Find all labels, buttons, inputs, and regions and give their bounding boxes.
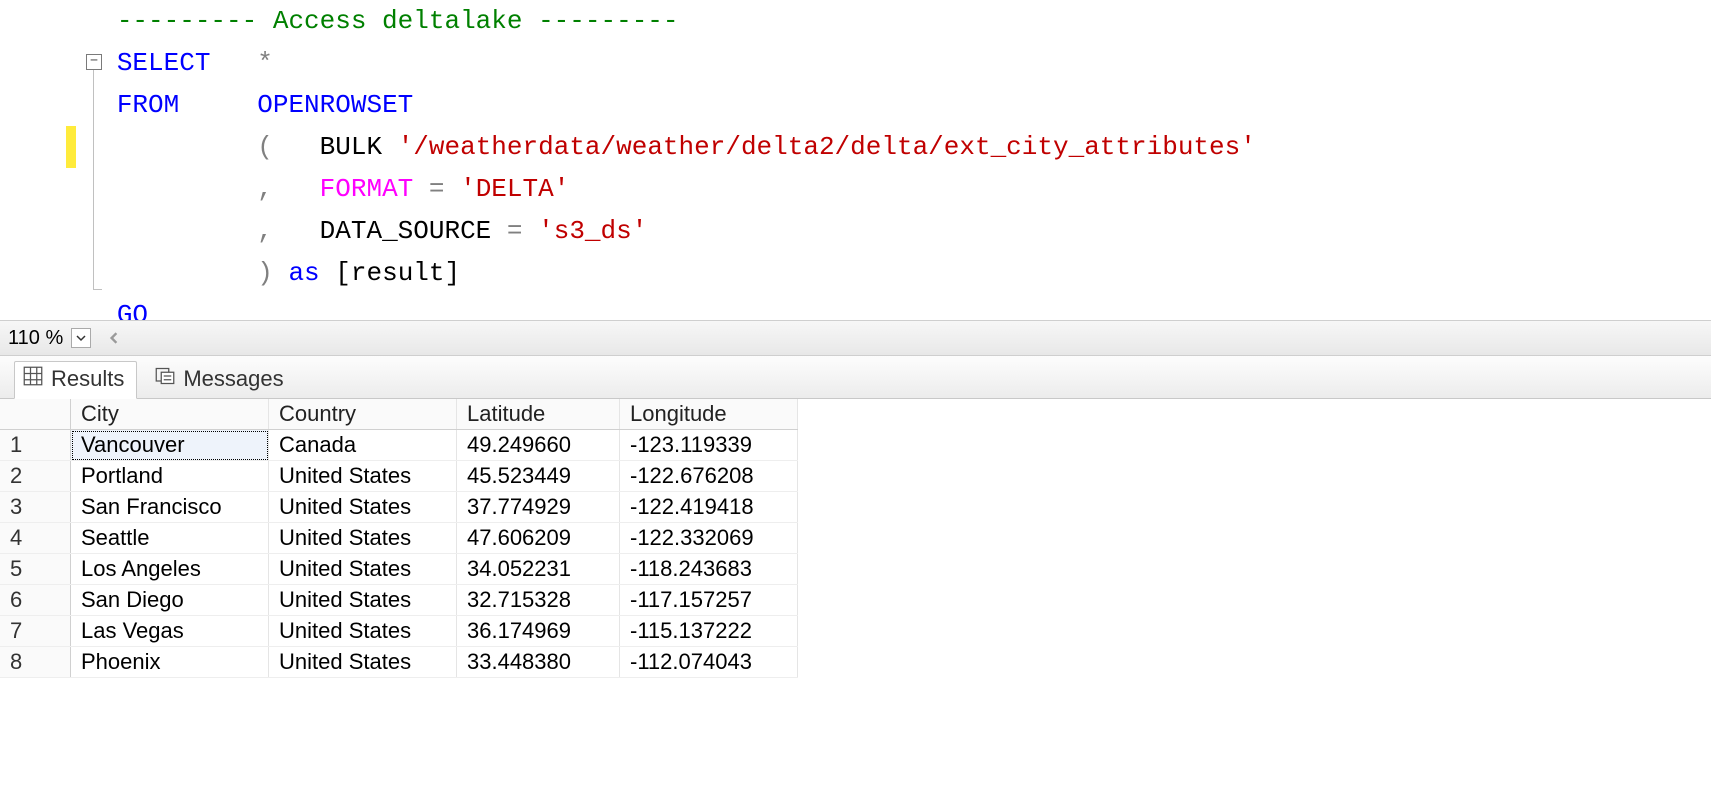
cell-lat[interactable]: 45.523449 xyxy=(457,461,620,492)
cell-lat[interactable]: 34.052231 xyxy=(457,554,620,585)
row-number[interactable]: 2 xyxy=(0,461,71,492)
cell-city[interactable]: Seattle xyxy=(71,523,269,554)
tab-results-label: Results xyxy=(51,366,124,392)
str-ds: 's3_ds' xyxy=(538,216,647,246)
row-number[interactable]: 1 xyxy=(0,430,71,461)
cell-lat[interactable]: 49.249660 xyxy=(457,430,620,461)
cell-country[interactable]: United States xyxy=(269,461,457,492)
cell-country[interactable]: United States xyxy=(269,585,457,616)
cell-city[interactable]: Los Angeles xyxy=(71,554,269,585)
cell-lat[interactable]: 33.448380 xyxy=(457,647,620,678)
zoom-dropdown[interactable]: 110 % xyxy=(8,327,91,350)
fold-guideline xyxy=(93,70,94,290)
table-row[interactable]: 6 San Diego United States 32.715328 -117… xyxy=(0,585,798,616)
cell-city[interactable]: Las Vegas xyxy=(71,616,269,647)
cell-lat[interactable]: 32.715328 xyxy=(457,585,620,616)
eq1: = xyxy=(413,174,460,204)
scroll-left-button[interactable] xyxy=(105,328,123,348)
comma1: , xyxy=(257,174,273,204)
row-number[interactable]: 6 xyxy=(0,585,71,616)
row-number[interactable]: 5 xyxy=(0,554,71,585)
row-number[interactable]: 8 xyxy=(0,647,71,678)
cell-country[interactable]: United States xyxy=(269,647,457,678)
tab-messages-label: Messages xyxy=(183,366,283,392)
cell-lon[interactable]: -117.157257 xyxy=(620,585,798,616)
alias: [result] xyxy=(335,258,460,288)
cell-lat[interactable]: 47.606209 xyxy=(457,523,620,554)
paren-open: ( xyxy=(257,132,273,162)
cell-city[interactable]: San Francisco xyxy=(71,492,269,523)
header-latitude[interactable]: Latitude xyxy=(457,399,620,430)
cell-city[interactable]: Vancouver xyxy=(71,430,269,461)
sql-code[interactable]: --------- Access deltalake --------- SEL… xyxy=(0,0,1711,320)
grid-icon xyxy=(23,366,43,392)
results-tabs: Results Messages xyxy=(0,356,1711,399)
chevron-down-icon xyxy=(71,328,91,348)
messages-icon xyxy=(155,366,175,392)
comma2: , xyxy=(257,216,273,246)
cell-lon[interactable]: -112.074043 xyxy=(620,647,798,678)
kw-from: FROM xyxy=(117,90,179,120)
row-number[interactable]: 4 xyxy=(0,523,71,554)
select-star: * xyxy=(257,48,273,78)
arg-format: FORMAT xyxy=(320,174,414,204)
tab-results[interactable]: Results xyxy=(14,361,137,399)
table-row[interactable]: 7 Las Vegas United States 36.174969 -115… xyxy=(0,616,798,647)
eq2: = xyxy=(491,216,538,246)
cell-country[interactable]: United States xyxy=(269,554,457,585)
sql-comment: --------- Access deltalake --------- xyxy=(117,6,679,36)
header-rownum[interactable] xyxy=(0,399,71,430)
table-row[interactable]: 2 Portland United States 45.523449 -122.… xyxy=(0,461,798,492)
header-row: City Country Latitude Longitude xyxy=(0,399,798,430)
arg-bulk: BULK xyxy=(320,132,382,162)
cell-country[interactable]: United States xyxy=(269,492,457,523)
kw-as: as xyxy=(288,258,319,288)
tab-messages[interactable]: Messages xyxy=(147,362,295,398)
cell-lon[interactable]: -122.419418 xyxy=(620,492,798,523)
cell-country[interactable]: United States xyxy=(269,523,457,554)
table-row[interactable]: 4 Seattle United States 47.606209 -122.3… xyxy=(0,523,798,554)
cell-lon[interactable]: -123.119339 xyxy=(620,430,798,461)
str-bulk: '/weatherdata/weather/delta2/delta/ext_c… xyxy=(398,132,1256,162)
cell-lon[interactable]: -122.676208 xyxy=(620,461,798,492)
fold-glyph: − xyxy=(90,53,98,68)
fold-toggle-button[interactable]: − xyxy=(86,54,102,70)
cell-lon[interactable]: -122.332069 xyxy=(620,523,798,554)
zoom-value: 110 % xyxy=(8,327,63,350)
table-row[interactable]: 1 Vancouver Canada 49.249660 -123.119339 xyxy=(0,430,798,461)
table-row[interactable]: 8 Phoenix United States 33.448380 -112.0… xyxy=(0,647,798,678)
table-row[interactable]: 3 San Francisco United States 37.774929 … xyxy=(0,492,798,523)
kw-select: SELECT xyxy=(117,48,211,78)
cell-lat[interactable]: 36.174969 xyxy=(457,616,620,647)
cell-lon[interactable]: -115.137222 xyxy=(620,616,798,647)
cell-lon[interactable]: -118.243683 xyxy=(620,554,798,585)
header-city[interactable]: City xyxy=(71,399,269,430)
sql-editor[interactable]: − --------- Access deltalake --------- S… xyxy=(0,0,1711,320)
kw-go: GO xyxy=(117,300,148,320)
fn-openrowset: OPENROWSET xyxy=(257,90,413,120)
change-marker xyxy=(66,126,76,168)
cell-city[interactable]: Phoenix xyxy=(71,647,269,678)
table-row[interactable]: 5 Los Angeles United States 34.052231 -1… xyxy=(0,554,798,585)
row-number[interactable]: 7 xyxy=(0,616,71,647)
header-longitude[interactable]: Longitude xyxy=(620,399,798,430)
str-format: 'DELTA' xyxy=(460,174,569,204)
results-grid[interactable]: City Country Latitude Longitude 1 Vancou… xyxy=(0,399,798,678)
header-country[interactable]: Country xyxy=(269,399,457,430)
cell-city[interactable]: Portland xyxy=(71,461,269,492)
row-number[interactable]: 3 xyxy=(0,492,71,523)
cell-lat[interactable]: 37.774929 xyxy=(457,492,620,523)
cell-city[interactable]: San Diego xyxy=(71,585,269,616)
arg-data-source: DATA_SOURCE xyxy=(320,216,492,246)
paren-close: ) xyxy=(257,258,273,288)
cell-country[interactable]: Canada xyxy=(269,430,457,461)
cell-country[interactable]: United States xyxy=(269,616,457,647)
zoom-bar: 110 % xyxy=(0,320,1711,356)
